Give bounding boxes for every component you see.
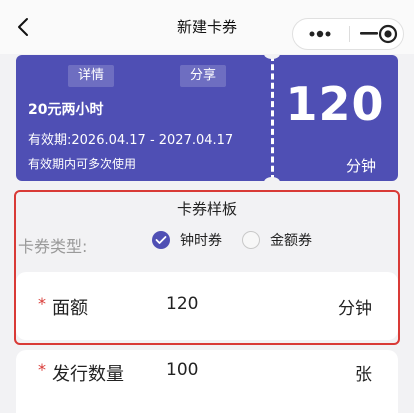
mini-program-capsule xyxy=(292,18,404,50)
close-button[interactable] xyxy=(369,19,406,49)
navigation-bar: 新建卡券 xyxy=(0,0,414,54)
radio-time-label: 钟时券 xyxy=(180,233,222,249)
radio-checked-icon xyxy=(152,231,170,249)
coupon-share-tag[interactable]: 分享 xyxy=(180,65,227,87)
more-dots-icon xyxy=(309,30,330,38)
coupon-preview-card: 详情 分享 20元两小时 有效期:2026.04.17 - 2027.04.17… xyxy=(16,55,398,181)
coupon-perforation xyxy=(271,55,274,181)
coupon-detail-tag[interactable]: 详情 xyxy=(68,65,115,87)
radio-amount-label: 金额券 xyxy=(270,233,312,249)
quantity-label: 发行数量 xyxy=(52,364,124,385)
quantity-row[interactable]: * 发行数量 100 张 xyxy=(16,350,398,413)
coupon-unit: 分钟 xyxy=(346,157,377,175)
radio-amount-coupon[interactable]: 金额券 xyxy=(242,230,312,250)
template-title: 卡券样板 xyxy=(176,200,237,218)
quantity-input[interactable]: 100 xyxy=(166,360,198,380)
more-button[interactable] xyxy=(301,19,338,49)
coupon-usage-note: 有效期内可多次使用 xyxy=(28,157,137,171)
denomination-unit: 分钟 xyxy=(338,299,372,319)
coupon-amount: 120 xyxy=(285,77,385,131)
quantity-unit: 张 xyxy=(355,365,372,385)
coupon-validity: 有效期:2026.04.17 - 2027.04.17 xyxy=(28,133,234,148)
coupon-name: 20元两小时 xyxy=(28,102,104,118)
coupon-type-label: 卡券类型: xyxy=(18,237,88,256)
coupon-notch-bottom xyxy=(264,177,280,181)
target-circle-icon xyxy=(378,24,397,44)
coupon-notch-top xyxy=(264,55,280,59)
denomination-input[interactable]: 120 xyxy=(166,294,198,314)
required-mark: * xyxy=(38,294,46,313)
denomination-label: 面额 xyxy=(52,298,88,319)
required-mark: * xyxy=(38,360,46,379)
radio-unchecked-icon xyxy=(242,231,260,249)
radio-time-coupon[interactable]: 钟时券 xyxy=(152,230,222,250)
denomination-row[interactable]: * 面额 120 分钟 xyxy=(16,272,398,340)
